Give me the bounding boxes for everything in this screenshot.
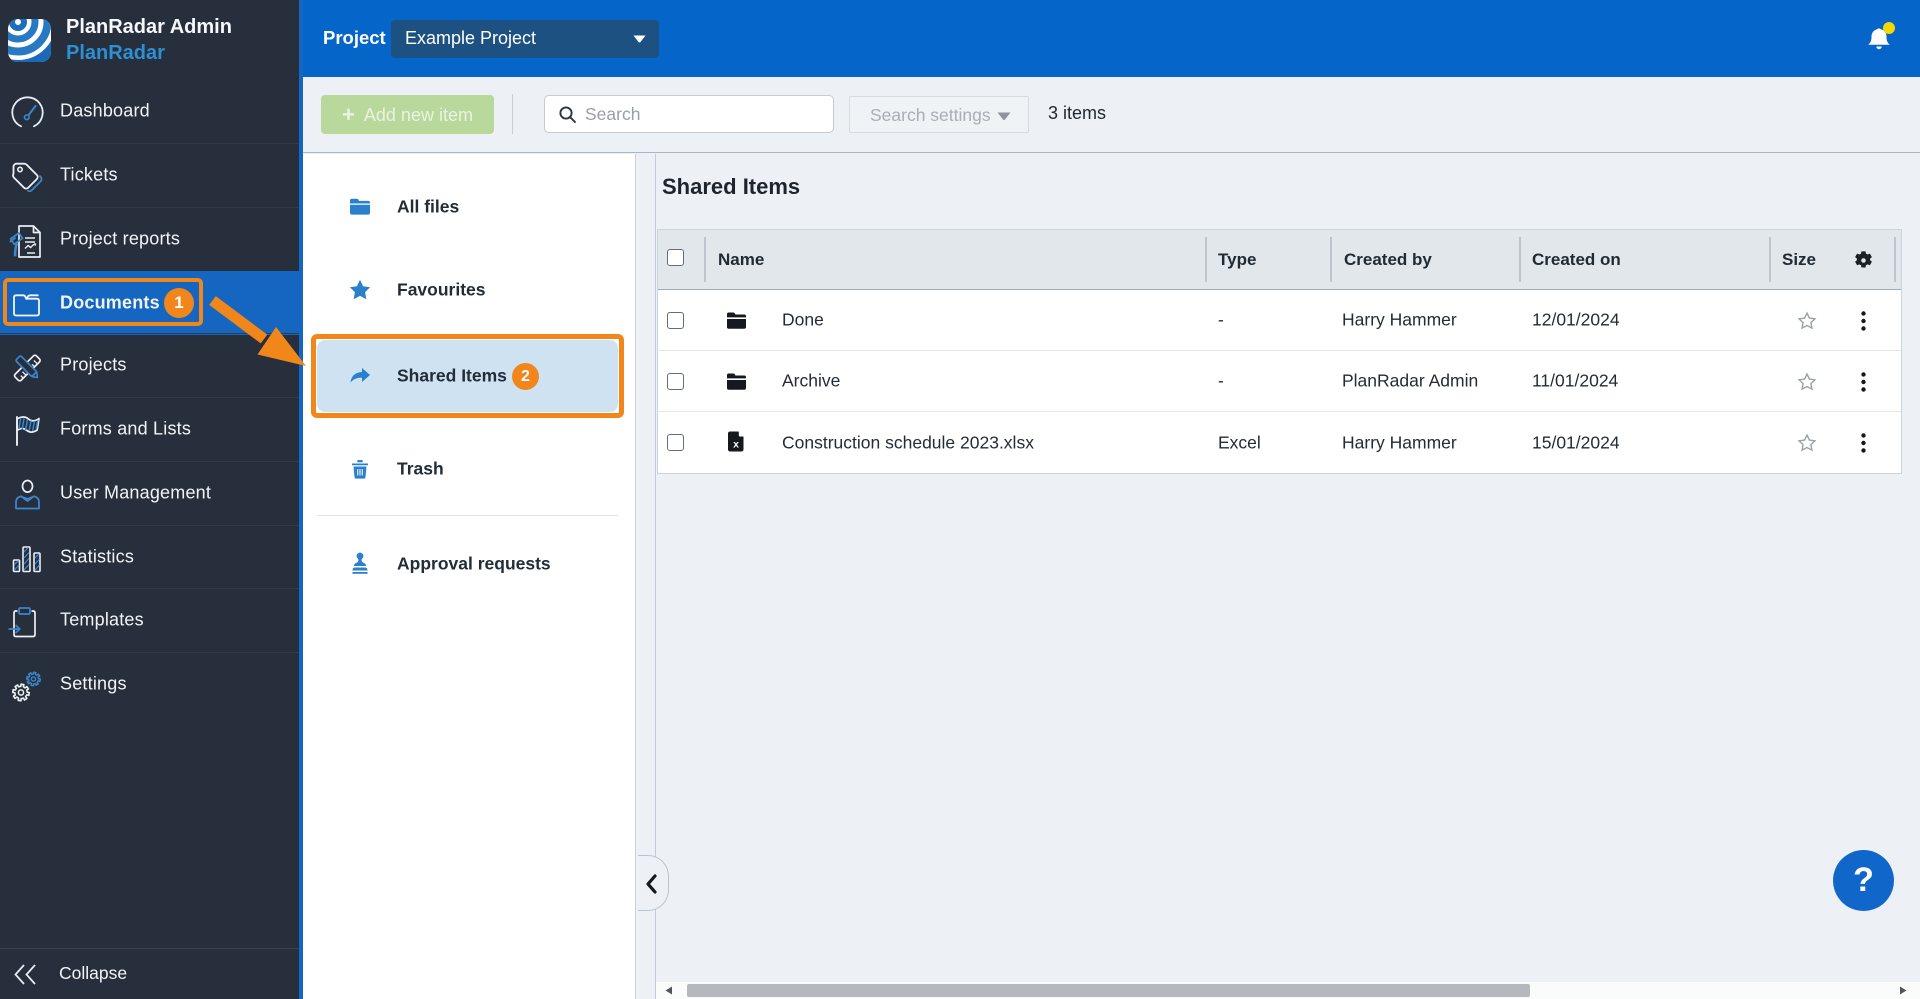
- svg-text:x: x: [733, 439, 739, 451]
